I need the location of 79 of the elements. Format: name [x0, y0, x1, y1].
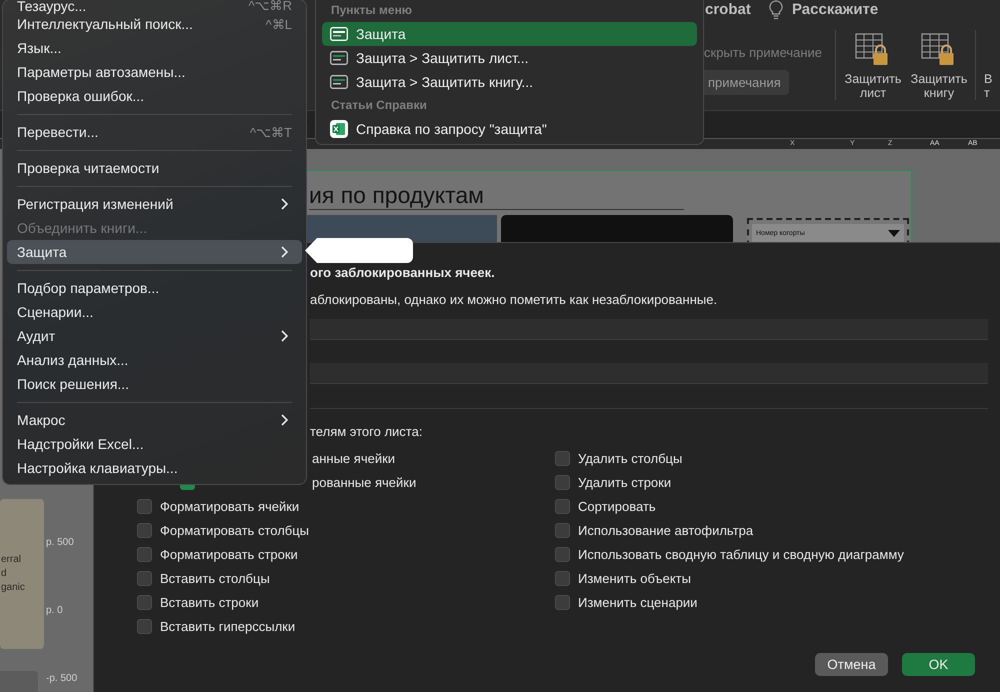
checkbox[interactable]: [137, 570, 152, 586]
chevron-right-icon: [281, 414, 288, 426]
checkbox[interactable]: [555, 475, 570, 490]
ribbon-button[interactable]: В т: [984, 33, 1000, 100]
menu-item[interactable]: Макрос: [7, 408, 302, 432]
option-label: Сортировать: [578, 499, 656, 514]
menu-item[interactable]: Анализ данных...: [7, 348, 302, 372]
legend-text: d: [0, 567, 7, 581]
option-label: Удалить строки: [578, 475, 672, 490]
ok-button[interactable]: OK: [902, 653, 975, 676]
chevron-right-icon: [281, 246, 288, 258]
menu-command-icon: [330, 27, 348, 41]
menu-item[interactable]: Поиск решения...: [7, 372, 302, 396]
options-label: телям этого листа:: [310, 423, 424, 441]
option-label: рованные ячейки: [312, 475, 416, 490]
search-result[interactable]: Защита > Защитить книгу...: [322, 70, 697, 94]
input-field[interactable]: [310, 363, 988, 384]
search-result[interactable]: Защита > Защитить лист...: [322, 46, 697, 70]
ribbon-button[interactable]: Защитить лист: [842, 33, 904, 100]
cancel-button[interactable]: Отмена: [815, 653, 888, 676]
legend-text: ganic: [0, 581, 25, 595]
checkbox[interactable]: [137, 547, 152, 562]
spreadsheet-app-icon: [330, 120, 348, 138]
option-label: Вставить столбцы: [160, 570, 270, 586]
chevron-right-icon: [281, 330, 288, 342]
ribbon-button[interactable]: Защитить книгу: [908, 33, 970, 100]
dropdown-arrow-icon: [888, 230, 900, 236]
input-field[interactable]: [310, 319, 988, 340]
menu-item[interactable]: Надстройки Excel...: [7, 432, 302, 456]
checkbox[interactable]: [555, 451, 570, 466]
lightbulb-icon: [769, 0, 783, 20]
section-header: Пункты меню: [330, 2, 414, 19]
tell-me-link[interactable]: Расскажите: [792, 1, 878, 18]
option-label: Форматировать строки: [160, 547, 298, 562]
option-label: Изменить объекты: [578, 570, 691, 586]
option-label: Форматировать ячейки: [160, 499, 300, 514]
checkbox[interactable]: [137, 618, 152, 634]
checkbox[interactable]: [555, 594, 570, 610]
axis-label: р. 500: [46, 537, 74, 548]
menu-item[interactable]: Защита: [7, 240, 302, 264]
checkbox[interactable]: [555, 547, 570, 562]
menu-item[interactable]: Перевести... ^⌥⌘T: [7, 120, 302, 144]
dialog-heading: ого заблокированных ячеек.: [310, 264, 496, 282]
checkbox[interactable]: [555, 499, 570, 514]
ribbon-tab[interactable]: crobat: [705, 1, 751, 18]
option-label: Использовать сводную таблицу и сводную диаграмму: [578, 547, 904, 562]
checkbox[interactable]: [555, 523, 570, 538]
menu-item[interactable]: Подбор параметров...: [7, 276, 302, 300]
dashboard-title: ия по продуктам: [309, 181, 684, 210]
option-label: Вставить строки: [160, 594, 259, 610]
menu-item[interactable]: Проверка читаемости: [7, 156, 302, 180]
menu-item[interactable]: Тезаурус... ^⌥⌘R: [7, 0, 302, 12]
search-result[interactable]: Справка по запросу "защита": [322, 117, 697, 141]
option-label: Вставить гиперссылки: [160, 618, 296, 634]
chevron-right-icon: [281, 198, 288, 210]
menu-command-icon: [330, 51, 348, 65]
checkbox[interactable]: [137, 523, 152, 538]
menu-item[interactable]: Настройка клавиатуры...: [7, 456, 302, 480]
menu-item[interactable]: Аудит: [7, 324, 302, 348]
menu-command-icon: [330, 75, 348, 89]
menu-item[interactable]: Параметры автозамены...: [7, 60, 302, 84]
menu-item[interactable]: Сценарии...: [7, 300, 302, 324]
checkbox[interactable]: [555, 570, 570, 586]
section-header: Статьи Справки: [330, 97, 428, 114]
menu-item[interactable]: Язык...: [7, 36, 302, 60]
option-label: Удалить столбцы: [578, 451, 682, 466]
option-label: Форматировать столбцы: [160, 523, 310, 538]
menu-item[interactable]: Проверка ошибок...: [7, 84, 302, 108]
checkbox[interactable]: [137, 594, 152, 610]
axis-label: -р. 500: [46, 673, 78, 684]
menu-item[interactable]: Регистрация изменений: [7, 192, 302, 216]
dialog-note: аблокированы, однако их можно пометить как незаблокированные.: [310, 291, 718, 309]
checkbox[interactable]: [137, 499, 152, 514]
option-label: анные ячейки: [312, 451, 396, 466]
option-label: Изменить сценарии: [578, 594, 698, 610]
axis-label: р. 0: [46, 605, 63, 616]
option-label: Использование автофильтра: [578, 523, 754, 538]
legend-text: erral: [0, 553, 22, 567]
search-result[interactable]: Защита: [322, 22, 697, 46]
